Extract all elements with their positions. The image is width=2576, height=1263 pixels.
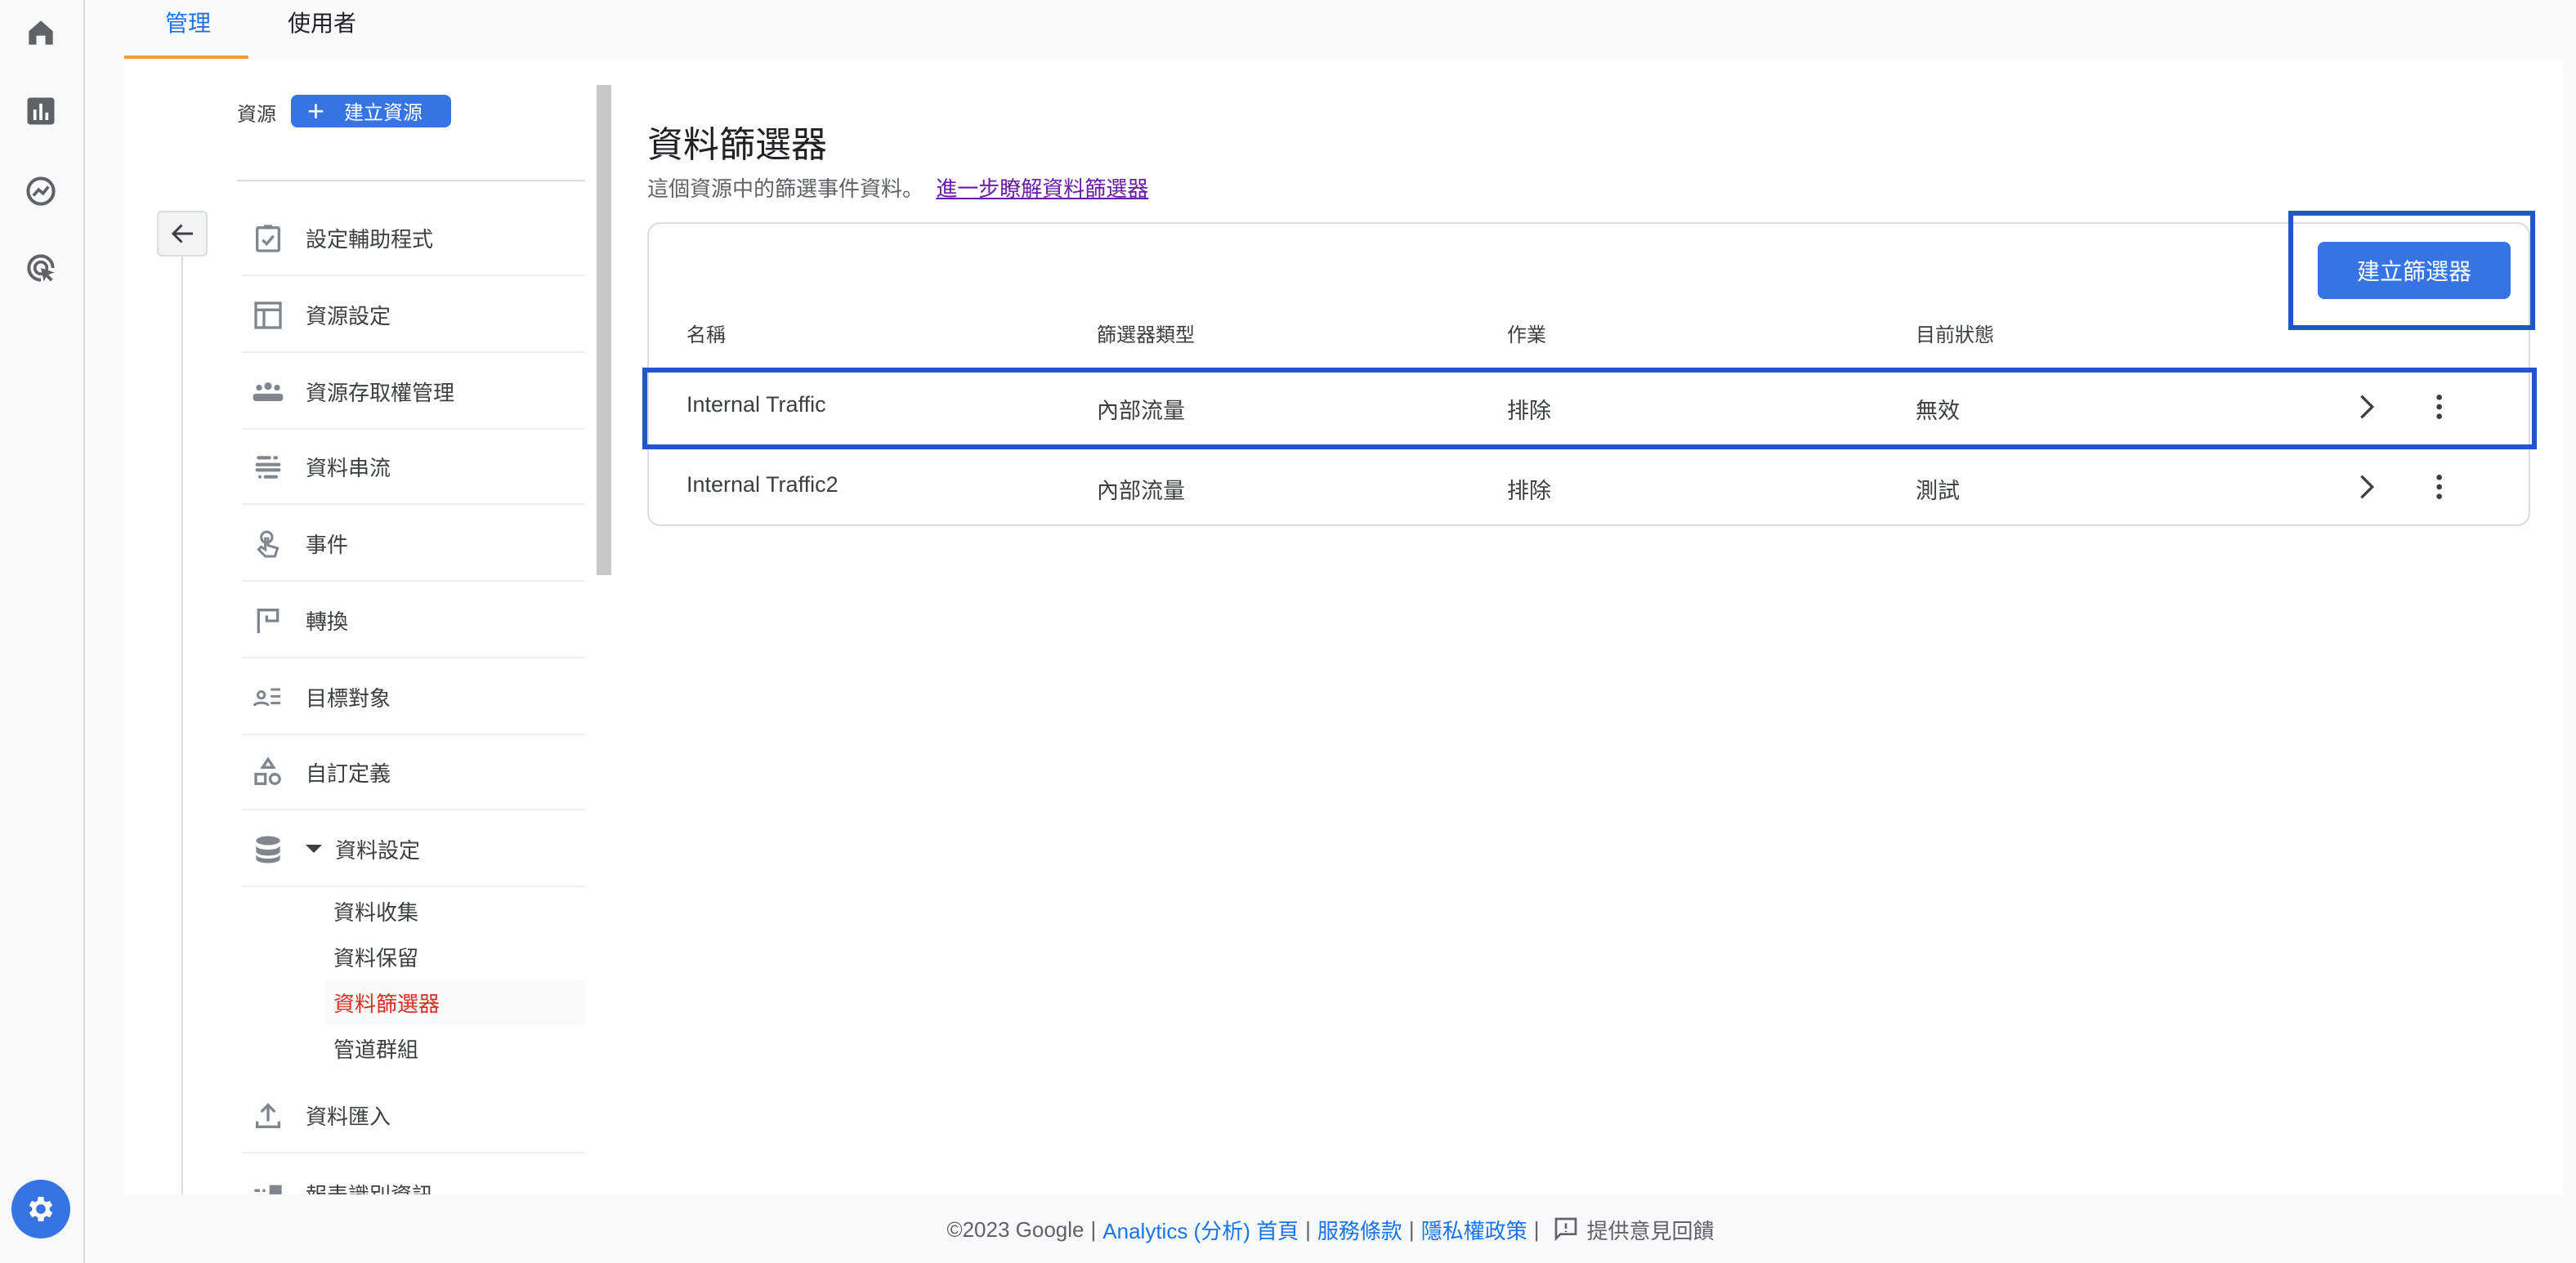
sidebar-item-label: 自訂定義: [306, 761, 391, 786]
upload-icon: [250, 1097, 286, 1133]
tab-admin[interactable]: 管理: [165, 7, 211, 39]
sidebar-item-reporting-identity[interactable]: 報表識別資訊: [242, 1155, 585, 1194]
database-icon: [250, 831, 286, 867]
filter-state: 測試: [1916, 479, 1960, 503]
property-label: 資源: [237, 103, 277, 126]
sidebar-subitem-data-filters[interactable]: 資料篩選器: [325, 980, 585, 1024]
separator: |: [1090, 1216, 1097, 1241]
highlight-box: [2288, 211, 2535, 330]
sidebar-item-label: 報表識別資訊: [306, 1178, 433, 1194]
explore-icon[interactable]: [23, 173, 59, 209]
learn-more-link[interactable]: 進一步瞭解資料篩選器: [936, 176, 1148, 201]
feedback-label: 提供意見回饋: [1586, 1218, 1715, 1243]
home-icon[interactable]: [23, 15, 59, 51]
left-nav-rail: [0, 0, 85, 1263]
filter-type: 內部流量: [1097, 479, 1185, 503]
sidebar-item-data-import[interactable]: 資料匯入: [242, 1078, 585, 1154]
more-vert-icon[interactable]: [2426, 469, 2458, 510]
page-subtitle: 這個資源中的篩選事件資料。 進一步瞭解資料篩選器: [647, 172, 1148, 203]
sidebar-item-audiences[interactable]: 目標對象: [242, 660, 585, 735]
touch-icon: [250, 525, 286, 561]
create-property-button[interactable]: + 建立資源: [291, 95, 451, 127]
sidebar-item-label: 轉換: [306, 609, 349, 634]
filter-name: Internal Traffic2: [686, 472, 839, 497]
sidebar-item-data-streams[interactable]: 資料串流: [242, 430, 585, 505]
separator: |: [1305, 1216, 1311, 1241]
filter-operation: 排除: [1507, 479, 1551, 503]
chevron-right-icon[interactable]: [2350, 469, 2383, 510]
layout-icon: [250, 297, 286, 332]
footer: ©2023 Google | Analytics (分析) 首頁 | 服務條款 …: [85, 1194, 2576, 1263]
privacy-link[interactable]: 隱私權政策: [1421, 1213, 1527, 1244]
sidebar-item-label: 事件: [306, 533, 349, 557]
page-title: 資料篩選器: [647, 124, 828, 165]
sidebar-item-label: 設定輔助程式: [306, 227, 434, 252]
feedback-icon: [1554, 1217, 1576, 1242]
create-property-label: 建立資源: [344, 100, 423, 123]
nav-guide-line: [181, 212, 183, 1194]
sidebar-scrollbar[interactable]: [597, 85, 611, 575]
column-header-type[interactable]: 篩選器類型: [1097, 320, 1195, 348]
feedback-link[interactable]: 提供意見回饋: [1553, 1213, 1715, 1244]
advertising-icon[interactable]: [23, 250, 59, 286]
streams-icon: [250, 449, 286, 484]
gear-icon: [29, 1197, 53, 1221]
plus-icon: +: [307, 95, 325, 127]
separator: |: [1533, 1216, 1540, 1241]
sidebar-item-label: 目標對象: [306, 686, 391, 711]
subtitle-text: 這個資源中的篩選事件資料。: [647, 176, 924, 201]
sidebar-item-label: 資源設定: [306, 304, 391, 328]
clipboard-check-icon: [250, 220, 286, 256]
table-row[interactable]: Internal Traffic2 內部流量 排除 測試: [647, 448, 2530, 523]
sidebar-item-label: 資料串流: [306, 456, 391, 480]
terms-link[interactable]: 服務條款: [1317, 1213, 1402, 1244]
settings-button[interactable]: [11, 1180, 70, 1238]
highlight-box: [642, 368, 2537, 449]
sidebar-subitem-channel-groups[interactable]: 管道群組: [325, 1026, 585, 1070]
column-header-name[interactable]: 名稱: [686, 320, 726, 348]
arrow-left-icon: [170, 224, 192, 243]
people-icon: [250, 373, 286, 409]
tab-users[interactable]: 使用者: [288, 7, 356, 39]
sidebar-item-data-settings[interactable]: 資料設定: [242, 812, 585, 887]
column-header-state[interactable]: 目前狀態: [1916, 320, 1994, 348]
sidebar-item-label: 資料匯入: [306, 1105, 391, 1129]
flag-icon: [250, 602, 286, 638]
copyright: ©2023 Google: [946, 1216, 1085, 1241]
sidebar-subitem-data-collection[interactable]: 資料收集: [325, 889, 585, 933]
sidebar-item-label: 資源存取權管理: [306, 381, 455, 405]
back-button[interactable]: [157, 211, 208, 257]
analytics-home-link[interactable]: Analytics (分析) 首頁: [1102, 1213, 1299, 1244]
sidebar-item-label: 資料設定: [335, 838, 421, 863]
caret-down-icon[interactable]: [306, 845, 322, 853]
sidebar-item-property-settings[interactable]: 資源設定: [242, 278, 585, 353]
sidebar-item-custom-definitions[interactable]: 自訂定義: [242, 735, 585, 810]
audience-icon: [250, 679, 286, 715]
active-tab-underline: [124, 56, 248, 59]
sidebar-item-events[interactable]: 事件: [242, 507, 585, 582]
sidebar-item-setup-assistant[interactable]: 設定輔助程式: [242, 201, 585, 276]
shapes-icon: [250, 754, 286, 790]
reports-icon[interactable]: [23, 93, 59, 129]
sidebar-subitem-data-retention[interactable]: 資料保留: [325, 935, 585, 979]
column-header-operation[interactable]: 作業: [1507, 320, 1546, 348]
reporting-identity-icon: [250, 1178, 286, 1194]
sidebar-item-access-management[interactable]: 資源存取權管理: [242, 355, 585, 430]
divider: [237, 180, 585, 181]
sidebar-item-conversions[interactable]: 轉換: [242, 583, 585, 658]
separator: |: [1408, 1216, 1415, 1241]
